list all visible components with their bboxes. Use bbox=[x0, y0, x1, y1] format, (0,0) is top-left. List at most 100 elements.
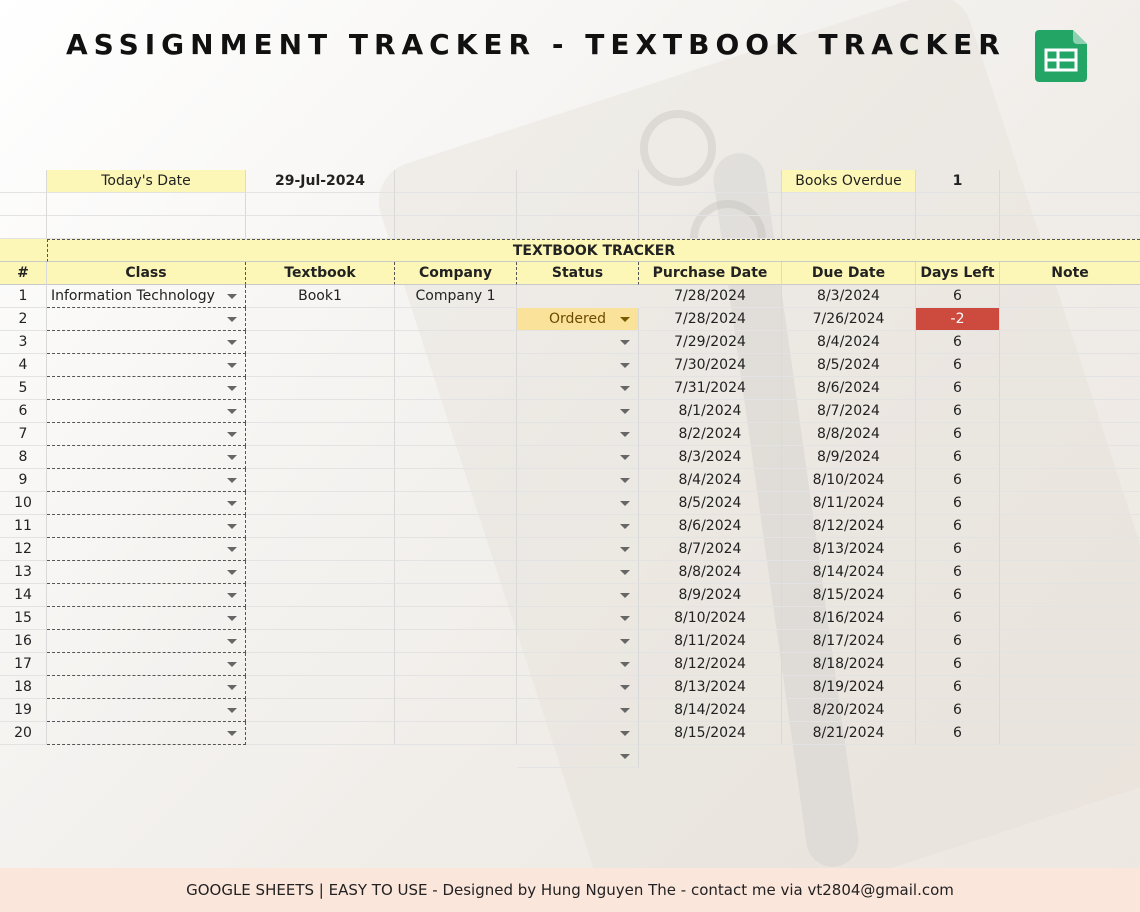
note-cell[interactable] bbox=[1000, 446, 1140, 469]
due-date-cell[interactable]: 8/5/2024 bbox=[782, 354, 916, 377]
company-cell[interactable] bbox=[395, 722, 517, 745]
due-date-cell[interactable]: 8/21/2024 bbox=[782, 722, 916, 745]
textbook-cell[interactable] bbox=[246, 469, 395, 492]
note-cell[interactable] bbox=[1000, 561, 1140, 584]
due-date-cell[interactable]: 8/4/2024 bbox=[782, 331, 916, 354]
due-date-cell[interactable]: 8/8/2024 bbox=[782, 423, 916, 446]
purchase-date-cell[interactable]: 7/29/2024 bbox=[639, 331, 782, 354]
cell[interactable] bbox=[1000, 216, 1140, 239]
due-date-cell[interactable]: 8/6/2024 bbox=[782, 377, 916, 400]
textbook-cell[interactable] bbox=[246, 308, 395, 331]
chevron-down-icon[interactable] bbox=[227, 409, 237, 414]
purchase-date-cell[interactable]: 8/9/2024 bbox=[639, 584, 782, 607]
note-cell[interactable] bbox=[1000, 607, 1140, 630]
company-cell[interactable] bbox=[395, 538, 517, 561]
textbook-cell[interactable] bbox=[246, 492, 395, 515]
cell[interactable] bbox=[782, 216, 916, 239]
due-date-cell[interactable]: 8/7/2024 bbox=[782, 400, 916, 423]
chevron-down-icon[interactable] bbox=[227, 478, 237, 483]
purchase-date-cell[interactable]: 8/11/2024 bbox=[639, 630, 782, 653]
textbook-cell[interactable] bbox=[246, 561, 395, 584]
cell[interactable] bbox=[517, 193, 639, 216]
note-cell[interactable] bbox=[1000, 331, 1140, 354]
purchase-date-cell[interactable]: 8/3/2024 bbox=[639, 446, 782, 469]
textbook-cell[interactable] bbox=[246, 584, 395, 607]
purchase-date-cell[interactable]: 8/1/2024 bbox=[639, 400, 782, 423]
company-cell[interactable] bbox=[395, 469, 517, 492]
textbook-cell[interactable] bbox=[246, 446, 395, 469]
textbook-cell[interactable] bbox=[246, 400, 395, 423]
class-dropdown[interactable] bbox=[47, 515, 246, 538]
textbook-cell[interactable]: Book1 bbox=[246, 285, 395, 308]
company-cell[interactable] bbox=[395, 308, 517, 331]
textbook-cell[interactable] bbox=[246, 331, 395, 354]
chevron-down-icon[interactable] bbox=[227, 386, 237, 391]
class-dropdown[interactable] bbox=[47, 492, 246, 515]
class-dropdown[interactable] bbox=[47, 699, 246, 722]
due-date-cell[interactable]: 8/17/2024 bbox=[782, 630, 916, 653]
class-dropdown[interactable] bbox=[47, 561, 246, 584]
note-cell[interactable] bbox=[1000, 630, 1140, 653]
purchase-date-cell[interactable]: 8/6/2024 bbox=[639, 515, 782, 538]
note-cell[interactable] bbox=[1000, 515, 1140, 538]
note-cell[interactable] bbox=[1000, 538, 1140, 561]
class-dropdown[interactable] bbox=[47, 676, 246, 699]
class-dropdown[interactable] bbox=[47, 377, 246, 400]
due-date-cell[interactable]: 8/15/2024 bbox=[782, 584, 916, 607]
class-dropdown[interactable] bbox=[47, 469, 246, 492]
class-dropdown[interactable] bbox=[47, 308, 246, 331]
note-cell[interactable] bbox=[1000, 584, 1140, 607]
class-dropdown[interactable] bbox=[47, 722, 246, 745]
cell[interactable] bbox=[916, 216, 1000, 239]
company-cell[interactable] bbox=[395, 561, 517, 584]
cell[interactable] bbox=[395, 193, 517, 216]
due-date-cell[interactable]: 8/9/2024 bbox=[782, 446, 916, 469]
class-dropdown[interactable] bbox=[47, 331, 246, 354]
cell[interactable] bbox=[1000, 170, 1140, 193]
cell[interactable] bbox=[782, 193, 916, 216]
due-date-cell[interactable]: 8/20/2024 bbox=[782, 699, 916, 722]
due-date-cell[interactable]: 8/3/2024 bbox=[782, 285, 916, 308]
note-cell[interactable] bbox=[1000, 400, 1140, 423]
purchase-date-cell[interactable]: 8/5/2024 bbox=[639, 492, 782, 515]
chevron-down-icon[interactable] bbox=[227, 294, 237, 299]
textbook-cell[interactable] bbox=[246, 538, 395, 561]
chevron-down-icon[interactable] bbox=[620, 754, 630, 759]
cell[interactable] bbox=[0, 170, 47, 193]
cell[interactable] bbox=[246, 193, 395, 216]
chevron-down-icon[interactable] bbox=[227, 455, 237, 460]
note-cell[interactable] bbox=[1000, 492, 1140, 515]
purchase-date-cell[interactable]: 8/12/2024 bbox=[639, 653, 782, 676]
cell[interactable] bbox=[639, 193, 782, 216]
company-cell[interactable] bbox=[395, 423, 517, 446]
note-cell[interactable] bbox=[1000, 285, 1140, 308]
chevron-down-icon[interactable] bbox=[227, 547, 237, 552]
due-date-cell[interactable]: 8/11/2024 bbox=[782, 492, 916, 515]
textbook-cell[interactable] bbox=[246, 722, 395, 745]
books-overdue-value[interactable]: 1 bbox=[916, 170, 1000, 193]
purchase-date-cell[interactable]: 8/10/2024 bbox=[639, 607, 782, 630]
cell[interactable] bbox=[639, 170, 782, 193]
due-date-cell[interactable]: 7/26/2024 bbox=[782, 308, 916, 331]
purchase-date-cell[interactable]: 7/30/2024 bbox=[639, 354, 782, 377]
cell[interactable] bbox=[246, 216, 395, 239]
textbook-cell[interactable] bbox=[246, 607, 395, 630]
purchase-date-cell[interactable]: 7/28/2024 bbox=[639, 308, 782, 331]
purchase-date-cell[interactable]: 8/8/2024 bbox=[639, 561, 782, 584]
purchase-date-cell[interactable]: 7/28/2024 bbox=[639, 285, 782, 308]
textbook-cell[interactable] bbox=[246, 676, 395, 699]
chevron-down-icon[interactable] bbox=[227, 317, 237, 322]
textbook-cell[interactable] bbox=[246, 515, 395, 538]
chevron-down-icon[interactable] bbox=[227, 501, 237, 506]
class-dropdown[interactable] bbox=[47, 607, 246, 630]
cell[interactable] bbox=[47, 193, 246, 216]
textbook-cell[interactable] bbox=[246, 630, 395, 653]
chevron-down-icon[interactable] bbox=[227, 432, 237, 437]
note-cell[interactable] bbox=[1000, 699, 1140, 722]
company-cell[interactable] bbox=[395, 699, 517, 722]
textbook-cell[interactable] bbox=[246, 653, 395, 676]
cell[interactable] bbox=[517, 170, 639, 193]
cell[interactable] bbox=[517, 216, 639, 239]
due-date-cell[interactable]: 8/13/2024 bbox=[782, 538, 916, 561]
chevron-down-icon[interactable] bbox=[227, 616, 237, 621]
